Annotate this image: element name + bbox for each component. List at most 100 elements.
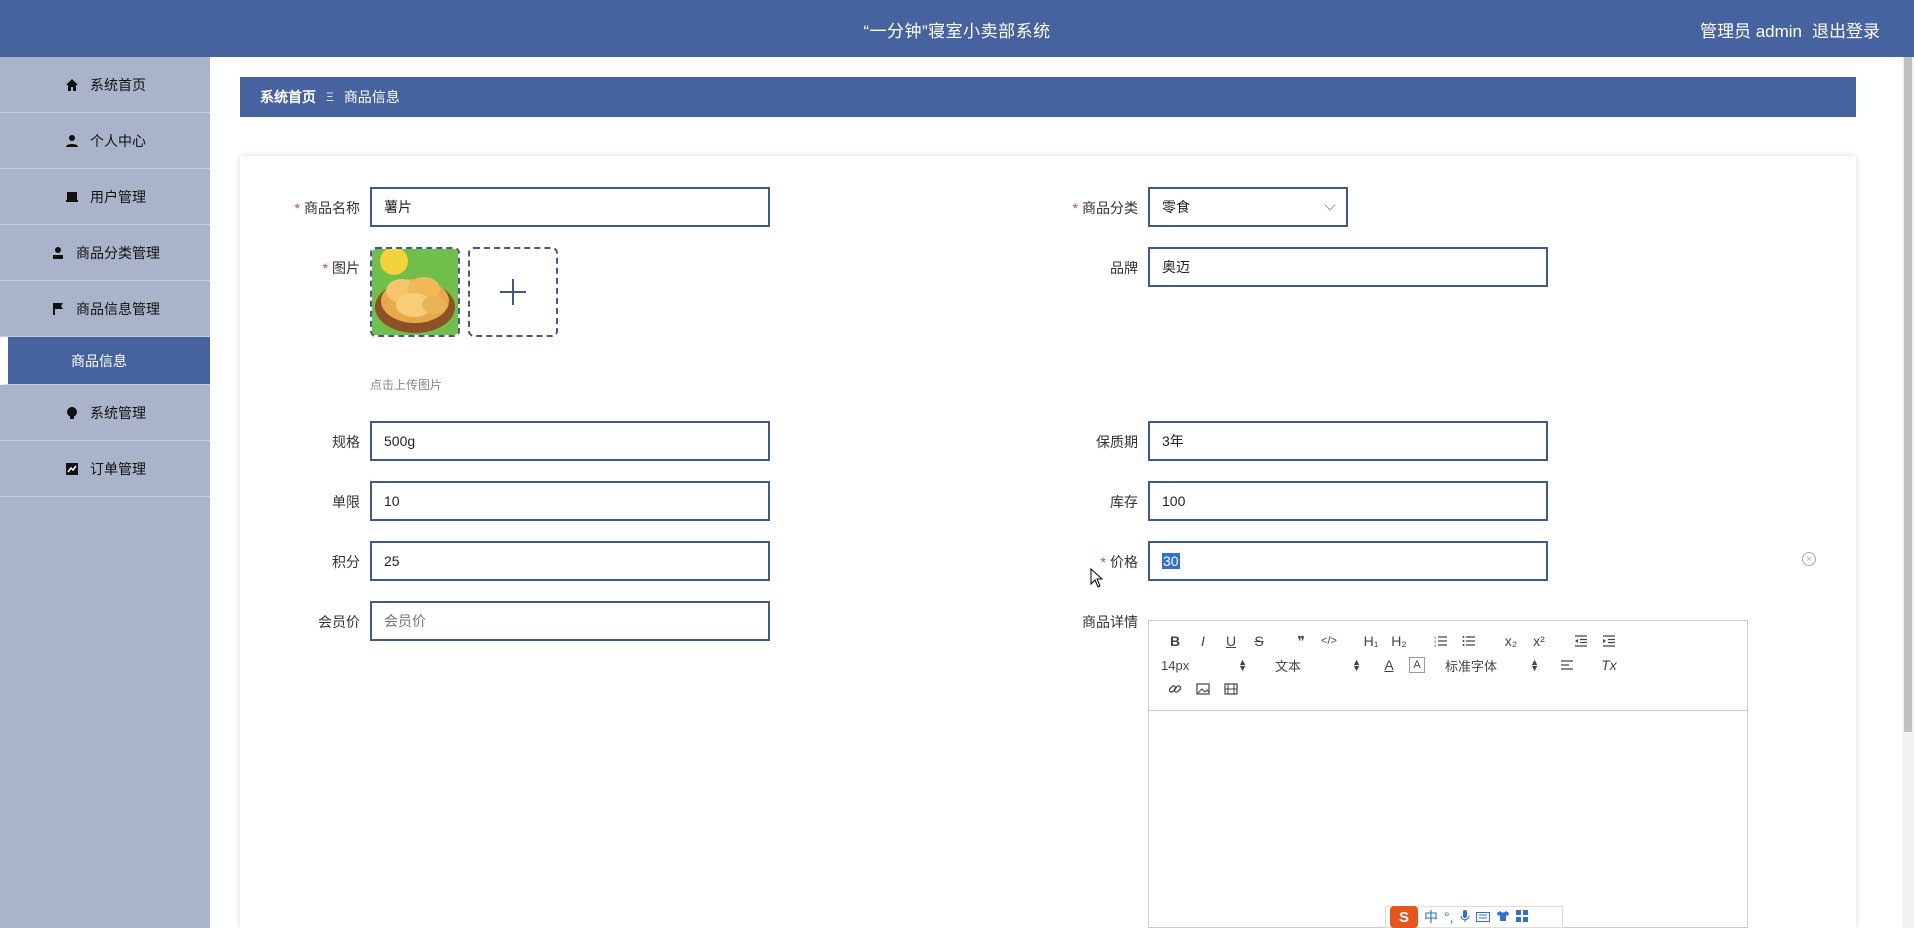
stock-input[interactable]: 100 [1148,481,1548,521]
sidebar-item-category[interactable]: 商品分类管理 [0,225,210,281]
font-family-picker[interactable]: 标准字体 ▲ ▼ [1445,656,1539,675]
sidebar-item-label: 商品分类管理 [76,244,160,261]
font-size-picker[interactable]: 14px ▲ ▼ [1161,658,1247,673]
svg-text:3: 3 [1434,643,1437,647]
underline-button[interactable]: U [1217,630,1245,652]
sidebar-item-label: 个人中心 [90,132,146,149]
home-icon [64,77,80,93]
keyboard-icon[interactable] [1475,909,1490,925]
bulb-icon [64,405,80,421]
sidebar: 系统首页 个人中心 用户管理 商品分类管理 商品信息管理 商品信息 系统管理 订… [0,57,210,928]
clean-format-button[interactable]: Tx [1595,654,1623,676]
plus-icon [500,279,526,305]
sidebar-item-product-manage[interactable]: 商品信息管理 [0,281,210,337]
price-label: * 价格 [1100,554,1138,570]
points-input[interactable]: 25 [370,541,770,581]
sidebar-item-product-info[interactable]: 商品信息 [0,337,210,385]
sidebar-item-profile[interactable]: 个人中心 [0,113,210,169]
details-label: 商品详情 [1082,614,1138,630]
video-icon[interactable] [1217,678,1245,700]
breadcrumb: 系统首页 Ξ 商品信息 [240,77,1856,117]
price-value: 30 [1162,553,1180,569]
strike-button[interactable]: S [1245,630,1273,652]
vertical-scrollbar[interactable] [1902,57,1914,928]
breadcrumb-current: 商品信息 [343,89,400,105]
user-label: 管理员 admin [1699,22,1802,41]
superscript-button[interactable]: x² [1525,630,1553,652]
image-upload-button[interactable] [468,247,558,337]
category-select[interactable]: 零食 [1148,187,1348,227]
price-input[interactable]: 30 [1148,541,1548,581]
apps-icon[interactable] [1515,909,1528,925]
limit-label: 单限 [332,494,360,510]
product-name-input[interactable]: 薯片 [370,187,770,227]
mic-icon[interactable] [1460,909,1470,926]
sidebar-item-label: 系统首页 [90,76,146,93]
shelf-life-input[interactable]: 3年 [1148,421,1548,461]
spec-label: 规格 [332,434,360,450]
product-image-thumbnail[interactable] [370,247,460,337]
sidebar-item-system[interactable]: 系统管理 [0,385,210,441]
upload-hint: 点击上传图片 [370,378,443,392]
updown-icon: ▲ ▼ [1352,657,1361,673]
ordered-list-icon[interactable]: 123 [1427,630,1455,652]
category-label: * 商品分类 [1072,200,1138,216]
top-header: “一分钟”寝室小卖部系统 管理员 admin 退出登录 [0,0,1914,57]
code-icon[interactable]: </> [1315,630,1343,652]
editor-toolbar: B I U S ❞ </> H₁ H₂ 123 x₂ x² 14px ▲ ▼ 文… [1149,621,1747,711]
sidebar-item-label: 商品信息 [71,352,127,369]
chevron-down-icon [1324,199,1336,211]
background-color-icon[interactable]: A [1409,657,1425,673]
logout-link[interactable]: 退出登录 [1812,17,1880,42]
scrollbar-thumb[interactable] [1904,57,1912,732]
outdent-icon[interactable] [1567,630,1595,652]
image-icon[interactable] [1189,678,1217,700]
ime-lang[interactable]: 中 [1424,907,1438,927]
ime-toolbar[interactable]: S 中 °, [1385,906,1563,928]
member-price-input[interactable] [370,601,770,641]
category-value: 零食 [1162,199,1190,215]
inbox-icon [64,189,80,205]
clear-icon[interactable]: × [1802,552,1816,566]
person-icon [50,245,66,261]
image-label: * 图片 [322,260,360,276]
indent-icon[interactable] [1595,630,1623,652]
chart-icon [64,461,80,477]
italic-button[interactable]: I [1189,630,1217,652]
user-area: 管理员 admin 退出登录 [1700,17,1880,42]
sidebar-item-users[interactable]: 用户管理 [0,169,210,225]
brand-input[interactable]: 奥迈 [1148,247,1548,287]
punctuation-icon[interactable]: °, [1444,909,1454,925]
spec-input[interactable]: 500g [370,421,770,461]
product-name-label: * 商品名称 [294,200,360,216]
sidebar-item-label: 商品信息管理 [76,300,160,317]
stock-label: 库存 [1110,494,1138,510]
skin-icon[interactable] [1496,909,1510,925]
bullet-list-icon[interactable] [1455,630,1483,652]
sogou-logo: S [1390,906,1418,928]
app-title: “一分钟”寝室小卖部系统 [863,22,1051,41]
sidebar-item-label: 系统管理 [90,404,146,421]
user-icon [64,133,80,149]
chips-photo [372,249,458,335]
editor-content[interactable] [1149,711,1747,926]
brand-label: 品牌 [1110,260,1138,276]
font-color-icon[interactable]: A [1375,654,1403,676]
link-icon[interactable] [1161,678,1189,700]
subscript-button[interactable]: x₂ [1497,630,1525,652]
align-icon[interactable] [1553,654,1581,676]
sidebar-item-home[interactable]: 系统首页 [0,57,210,113]
h2-button[interactable]: H₂ [1385,630,1413,652]
shelf-life-label: 保质期 [1096,434,1138,450]
h1-button[interactable]: H₁ [1357,630,1385,652]
header-picker[interactable]: 文本 ▲ ▼ [1275,656,1361,675]
flag-icon [50,301,66,317]
mouse-cursor-icon [1090,567,1104,593]
updown-icon: ▲ ▼ [1530,657,1539,673]
blockquote-icon[interactable]: ❞ [1287,630,1315,652]
limit-input[interactable]: 10 [370,481,770,521]
breadcrumb-home[interactable]: 系统首页 [260,87,316,107]
sidebar-item-orders[interactable]: 订单管理 [0,441,210,497]
member-price-label: 会员价 [318,614,360,630]
bold-button[interactable]: B [1161,630,1189,652]
